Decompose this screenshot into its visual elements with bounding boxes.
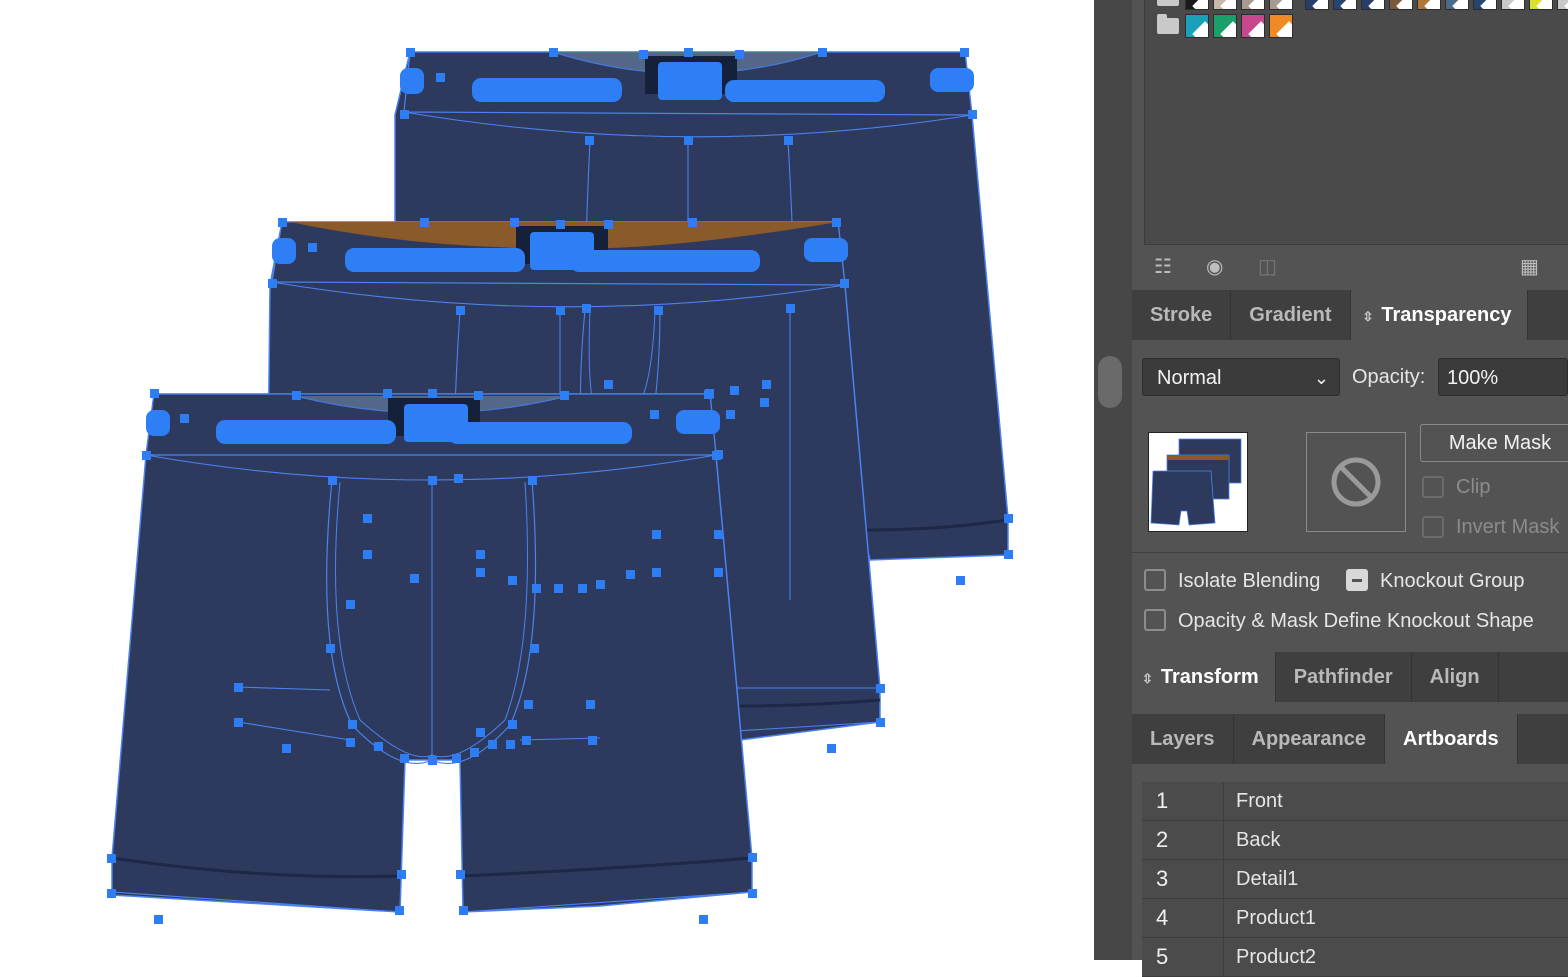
artboard-number: 4	[1142, 899, 1224, 937]
opacity-mask-knockout-checkbox[interactable]	[1144, 609, 1166, 631]
garment-front-layer[interactable]	[111, 393, 753, 913]
swatch[interactable]	[1417, 0, 1441, 10]
make-mask-button[interactable]: Make Mask	[1420, 424, 1568, 462]
chevron-down-icon: ⌄	[1313, 368, 1329, 388]
tab-gradient[interactable]: Gradient	[1231, 290, 1351, 340]
swatches-panel	[1144, 0, 1568, 245]
garment-artwork[interactable]	[0, 0, 1094, 960]
swatch[interactable]	[1557, 0, 1568, 10]
clip-checkbox[interactable]	[1422, 476, 1444, 498]
artboards-list: 1 Front 2 Back 3 Detail1 4 Product1 5 Product…	[1142, 782, 1568, 977]
chevron-updown-icon: ⇳	[1362, 309, 1374, 324]
isolate-blending-label: Isolate Blending	[1178, 570, 1321, 592]
isolate-blending-checkbox[interactable]	[1144, 569, 1166, 591]
swatch[interactable]	[1501, 0, 1525, 10]
asset-export-icon[interactable]: ◉	[1206, 254, 1223, 279]
knockout-group-checkbox[interactable]	[1346, 569, 1368, 591]
swatch[interactable]	[1529, 0, 1553, 10]
artboard-canvas[interactable]	[0, 0, 1094, 960]
swatch[interactable]	[1473, 0, 1497, 10]
tab-appearance[interactable]: Appearance	[1234, 714, 1385, 764]
swatch[interactable]	[1333, 0, 1357, 10]
invert-mask-checkbox[interactable]	[1422, 516, 1444, 538]
chevron-updown-icon: ⇳	[1142, 671, 1153, 686]
folder-icon	[1157, 14, 1179, 34]
no-mask-icon	[1331, 457, 1381, 507]
tabs-transform-group: ⇳ Transform Pathfinder Align	[1132, 652, 1568, 702]
artboard-number: 3	[1142, 860, 1224, 898]
swatch[interactable]	[1269, 14, 1293, 38]
invert-mask-label: Invert Mask	[1456, 516, 1560, 538]
artboard-row[interactable]: 1 Front	[1142, 782, 1568, 821]
artboard-name: Back	[1236, 829, 1281, 851]
artboard-number: 2	[1142, 821, 1224, 859]
swatch-row-top	[1157, 0, 1568, 10]
swatch[interactable]	[1213, 0, 1237, 10]
divider	[1132, 552, 1568, 553]
swatch[interactable]	[1241, 14, 1265, 38]
artboard-row[interactable]: 4 Product1	[1142, 899, 1568, 938]
tabs-layers-group: Layers Appearance Artboards	[1132, 714, 1568, 764]
opacity-mask-slot[interactable]	[1306, 432, 1406, 532]
swatch[interactable]	[1445, 0, 1469, 10]
swatch[interactable]	[1185, 14, 1209, 38]
grid-view-icon[interactable]: ▦	[1520, 254, 1539, 279]
folder-icon	[1157, 0, 1179, 6]
tabs-transparency-group: Stroke Gradient ⇳ Transparency	[1132, 290, 1568, 340]
artboard-number: 1	[1142, 782, 1224, 820]
swatch[interactable]	[1269, 0, 1293, 10]
swatches-panel-footer: ☷ ◉ ◫ ▦	[1144, 246, 1568, 286]
knockout-group-label: Knockout Group	[1380, 570, 1525, 592]
libraries-icon[interactable]: ☷	[1154, 254, 1172, 279]
artboard-row[interactable]: 2 Back	[1142, 821, 1568, 860]
artboard-name: Product1	[1236, 907, 1317, 929]
swatch[interactable]	[1305, 0, 1329, 10]
artboard-name: Product2	[1236, 946, 1317, 968]
tab-stroke[interactable]: Stroke	[1132, 290, 1232, 340]
blend-mode-select[interactable]: Normal ⌄	[1142, 358, 1340, 396]
opacity-mask-knockout-label: Opacity & Mask Define Knockout Shape	[1178, 610, 1534, 632]
artboard-name: Detail1	[1236, 868, 1299, 890]
tab-transform[interactable]: ⇳ Transform	[1132, 652, 1276, 702]
tab-artboards[interactable]: Artboards	[1385, 714, 1518, 764]
tab-layers[interactable]: Layers	[1132, 714, 1234, 764]
tab-pathfinder[interactable]: Pathfinder	[1276, 652, 1412, 702]
properties-panel: ☷ ◉ ◫ ▦ Stroke Gradient ⇳ Transparency No…	[1132, 0, 1568, 977]
panel-dock-gutter	[1094, 0, 1132, 960]
swatch[interactable]	[1241, 0, 1265, 10]
swatch[interactable]	[1213, 14, 1237, 38]
artboard-row[interactable]: 3 Detail1	[1142, 860, 1568, 899]
swatch-group-row	[1157, 14, 1293, 38]
artboard-name: Front	[1236, 790, 1283, 812]
swatch[interactable]	[1185, 0, 1209, 10]
swatch[interactable]	[1389, 0, 1413, 10]
tab-transparency[interactable]: ⇳ Transparency	[1350, 290, 1529, 340]
swatch[interactable]	[1361, 0, 1385, 10]
tab-align[interactable]: Align	[1412, 652, 1499, 702]
artboard-row[interactable]: 5 Product2	[1142, 938, 1568, 977]
opacity-input[interactable]: 100%	[1438, 358, 1568, 396]
place-icon[interactable]: ◫	[1258, 254, 1277, 279]
dock-scroll-handle[interactable]	[1098, 356, 1122, 408]
clip-label: Clip	[1456, 476, 1491, 498]
artwork-thumbnail[interactable]	[1148, 432, 1248, 532]
opacity-label: Opacity:	[1352, 366, 1426, 388]
artboard-number: 5	[1142, 938, 1224, 976]
